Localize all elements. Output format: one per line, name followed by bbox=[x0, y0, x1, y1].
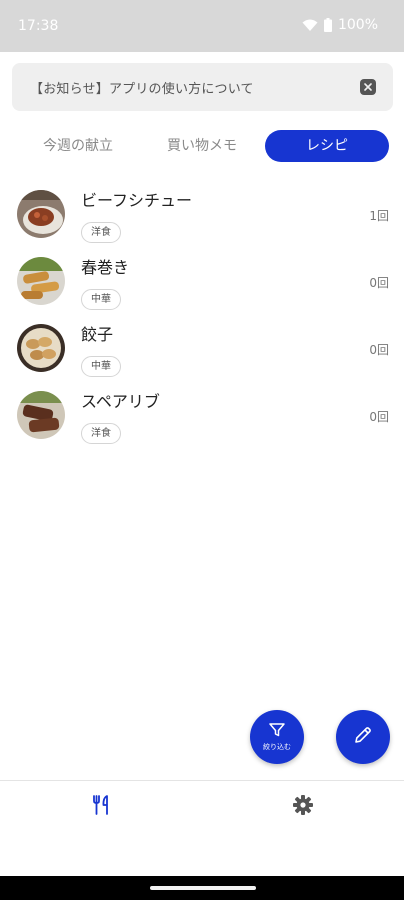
pencil-icon bbox=[353, 725, 373, 749]
recipe-name: ビーフシチュー bbox=[81, 191, 193, 210]
wifi-icon bbox=[302, 19, 318, 32]
add-recipe-button[interactable] bbox=[336, 710, 390, 764]
spring-rolls-photo bbox=[17, 257, 65, 305]
tab-bar: 今週の献立 買い物メモ レシピ bbox=[14, 130, 390, 162]
battery-percent: 100% bbox=[337, 17, 378, 33]
filter-button[interactable]: 絞り込む bbox=[250, 710, 304, 764]
cook-count: 0回 bbox=[369, 343, 389, 357]
status-icons: 100% bbox=[302, 17, 378, 33]
list-item[interactable]: ビーフシチュー 洋食 1回 bbox=[0, 184, 404, 250]
cook-count: 0回 bbox=[369, 276, 389, 290]
battery-icon bbox=[323, 18, 332, 32]
recipe-name: 春巻き bbox=[81, 258, 130, 277]
close-icon[interactable] bbox=[360, 79, 376, 95]
list-item[interactable]: 餃子 中華 0回 bbox=[0, 318, 404, 384]
category-tag: 中華 bbox=[81, 289, 121, 310]
gyoza-photo bbox=[17, 324, 65, 372]
category-tag: 洋食 bbox=[81, 423, 121, 444]
filter-label: 絞り込む bbox=[263, 743, 291, 751]
spare-ribs-photo bbox=[17, 391, 65, 439]
system-nav-bar bbox=[0, 876, 404, 900]
status-time: 17:38 bbox=[18, 18, 59, 34]
list-item[interactable]: 春巻き 中華 0回 bbox=[0, 251, 404, 317]
status-bar: 17:38 100% bbox=[0, 0, 404, 52]
recipe-name: スペアリブ bbox=[81, 392, 160, 411]
tab-recipes[interactable]: レシピ bbox=[265, 130, 389, 162]
category-tag: 洋食 bbox=[81, 222, 121, 243]
cook-count: 1回 bbox=[369, 209, 389, 223]
bottom-nav bbox=[0, 780, 404, 876]
utensils-icon[interactable] bbox=[90, 793, 114, 817]
notice-banner[interactable]: 【お知らせ】アプリの使い方について bbox=[12, 63, 393, 111]
list-item[interactable]: スペアリブ 洋食 0回 bbox=[0, 385, 404, 451]
recipe-name: 餃子 bbox=[81, 325, 114, 344]
beef-stew-photo bbox=[17, 190, 65, 238]
notice-text: 【お知らせ】アプリの使い方について bbox=[30, 82, 254, 97]
gear-icon[interactable] bbox=[291, 793, 315, 817]
filter-icon bbox=[269, 722, 285, 741]
tab-shopping-memo[interactable]: 買い物メモ bbox=[138, 130, 266, 162]
tab-weekly-menu[interactable]: 今週の献立 bbox=[14, 130, 142, 162]
category-tag: 中華 bbox=[81, 356, 121, 377]
home-handle[interactable] bbox=[150, 886, 256, 890]
cook-count: 0回 bbox=[369, 410, 389, 424]
